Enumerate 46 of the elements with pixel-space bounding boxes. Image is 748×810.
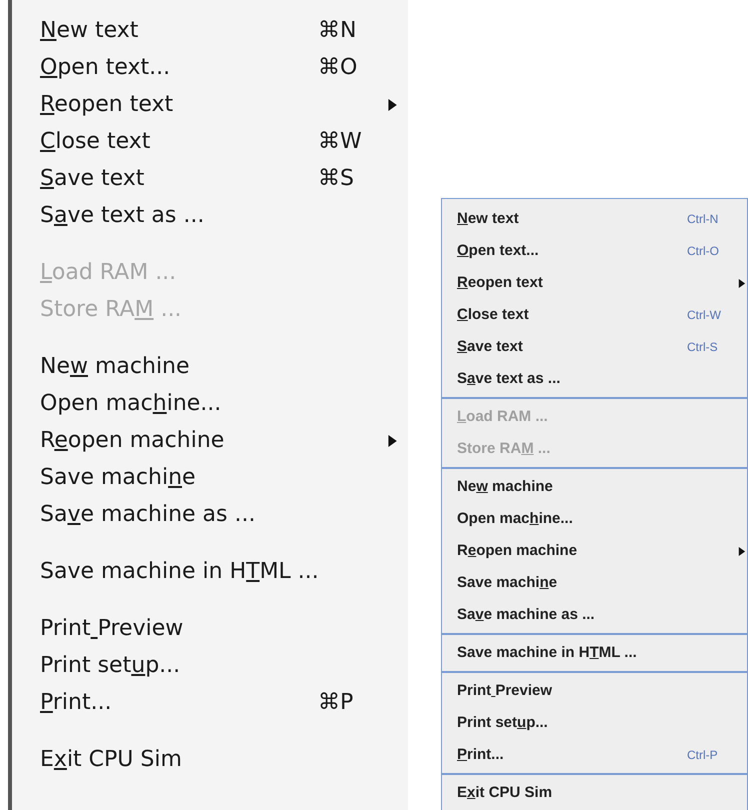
menu-item[interactable]: Open machine... — [457, 510, 573, 527]
shortcut-label: ⌘N — [318, 18, 356, 43]
menu-item[interactable]: Save machine in HTML ... — [40, 559, 319, 584]
shortcut-label: ⌘O — [318, 55, 358, 80]
menu-item[interactable]: Open text... — [457, 242, 539, 259]
menu-item[interactable]: Print setup... — [457, 714, 548, 731]
menu-item[interactable]: Print Preview — [457, 682, 552, 699]
menu-item[interactable]: Save machine as ... — [457, 606, 595, 623]
shortcut-label: ⌘P — [318, 690, 354, 715]
menu-item[interactable]: Save machine as ... — [40, 502, 256, 527]
menu-item[interactable]: Print setup... — [40, 653, 180, 678]
menu-item[interactable]: New machine — [40, 354, 190, 379]
shortcut-label: Ctrl-S — [687, 340, 718, 354]
menu-item[interactable]: Save text — [457, 338, 523, 355]
menu-item[interactable]: Print... — [40, 690, 112, 715]
submenu-arrow-icon — [737, 278, 746, 288]
menu-item[interactable]: Open text... — [40, 55, 170, 80]
menu-item[interactable]: Save text as ... — [40, 203, 204, 228]
menu-item[interactable]: Print Preview — [40, 616, 184, 641]
menu-item[interactable]: Close text — [457, 306, 529, 323]
menu-item[interactable]: Save machine — [40, 465, 196, 490]
menu-item[interactable]: Reopen machine — [457, 542, 578, 559]
menu-item[interactable]: Save machine in HTML ... — [457, 644, 637, 661]
shortcut-label: Ctrl-O — [687, 244, 719, 258]
menu-item[interactable]: Reopen text — [457, 274, 543, 291]
menu-item[interactable]: Reopen machine — [40, 428, 224, 453]
submenu-arrow-icon — [386, 434, 398, 446]
menu-item[interactable]: Exit CPU Sim — [40, 747, 182, 772]
menu-item[interactable]: Exit CPU Sim — [457, 784, 552, 801]
menu-item[interactable]: New machine — [457, 478, 553, 495]
menu-item[interactable]: New text — [457, 210, 519, 227]
submenu-arrow-icon — [737, 546, 746, 556]
menu-item[interactable]: Close text — [40, 129, 150, 154]
menu-item[interactable]: Save text — [40, 166, 144, 191]
menu-item[interactable]: New text — [40, 18, 138, 43]
shortcut-label: Ctrl-W — [687, 308, 721, 322]
shortcut-label: ⌘S — [318, 166, 354, 191]
menu-item[interactable]: Save machine — [457, 574, 558, 591]
shortcut-label: ⌘W — [318, 129, 362, 154]
shortcut-label: Ctrl-N — [687, 212, 718, 226]
menu-item[interactable]: Reopen text — [40, 92, 174, 117]
menu-item[interactable]: Open machine... — [40, 391, 222, 416]
menu-item[interactable]: Print... — [457, 746, 504, 763]
submenu-arrow-icon — [386, 98, 398, 110]
shortcut-label: Ctrl-P — [687, 748, 718, 762]
menu-item[interactable]: Save text as ... — [457, 370, 560, 387]
